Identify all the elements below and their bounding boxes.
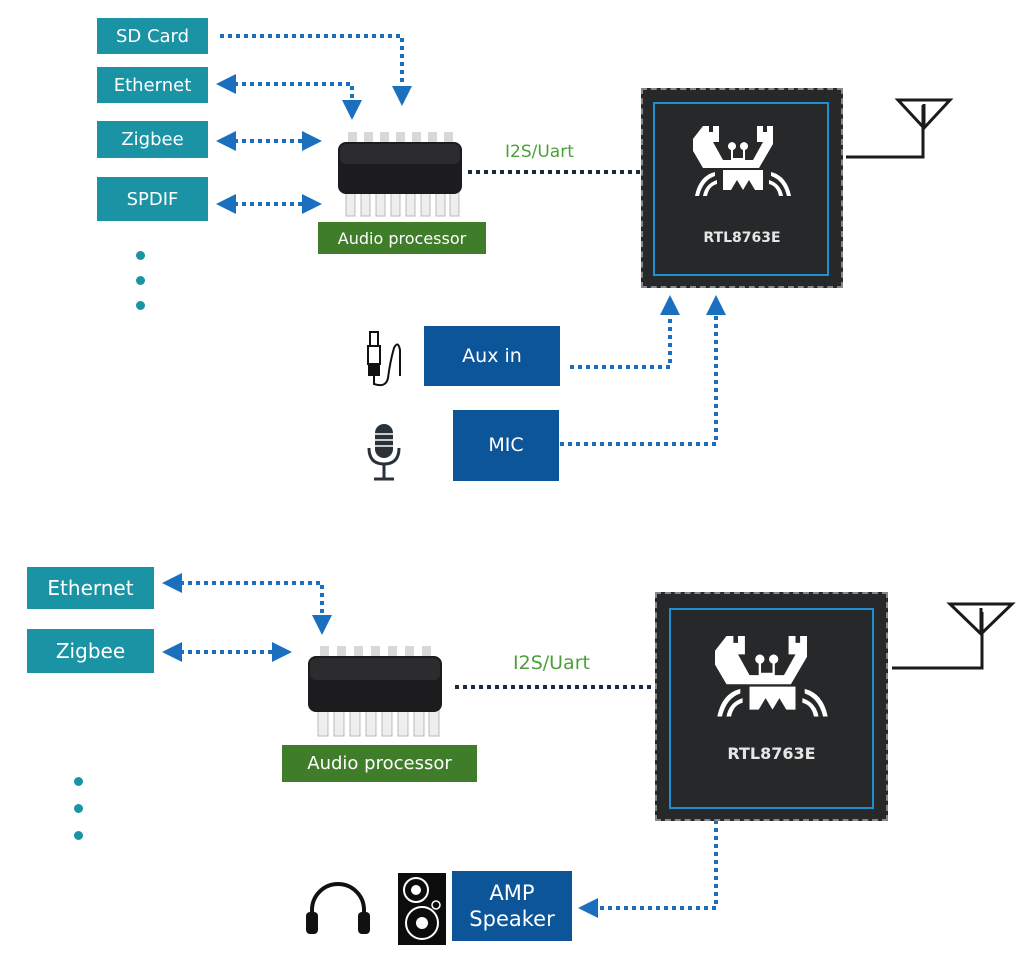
input-zigbee-2: Zigbee <box>27 629 154 673</box>
soc-chip-2: RTL8763E <box>655 592 888 821</box>
aux-in-box: Aux in <box>424 326 560 386</box>
antenna-icon <box>846 98 954 159</box>
ethernet-processor-arrow <box>216 74 362 120</box>
ethernet-processor-arrow-2 <box>162 573 332 635</box>
audio-processor-chip-icon-2 <box>308 646 442 737</box>
realtek-crab-logo-icon <box>693 126 791 196</box>
speaker-label: Speaker <box>469 907 555 931</box>
speaker-icon <box>398 873 446 945</box>
input-label: Zigbee <box>55 639 126 663</box>
input-label: Zigbee <box>121 129 184 150</box>
processor-label-text: Audio processor <box>307 753 452 774</box>
input-zigbee: Zigbee <box>97 121 208 158</box>
input-sdcard: SD Card <box>97 18 208 54</box>
amp-label: AMP <box>489 880 535 905</box>
i2s-uart-label: I2S/Uart <box>505 142 574 162</box>
soc-to-amp-arrow <box>578 812 718 918</box>
input-label: Ethernet <box>47 576 134 600</box>
input-label: SD Card <box>115 25 190 47</box>
sdcard-to-processor-arrow <box>220 34 412 106</box>
soc-model-label-2: RTL8763E <box>727 744 816 763</box>
input-ethernet-2: Ethernet <box>27 567 154 609</box>
audio-jack-icon <box>367 331 401 387</box>
auxin-to-soc-arrow <box>570 295 680 369</box>
audio-processor-label-2: Audio processor <box>282 745 477 782</box>
input-ethernet: Ethernet <box>97 67 208 103</box>
soc-model-label: RTL8763E <box>703 230 781 246</box>
audio-processor-label: Audio processor <box>318 222 486 254</box>
mic-to-soc-arrow <box>560 295 726 446</box>
soc-chip: RTL8763E <box>641 88 843 288</box>
antenna-icon-2 <box>892 602 1016 670</box>
microphone-icon <box>367 424 401 481</box>
headphones-icon <box>306 882 370 934</box>
i2s-uart-label-2: I2S/Uart <box>513 652 590 674</box>
input-label: SPDIF <box>126 188 179 210</box>
more-inputs-ellipsis <box>136 251 145 310</box>
realtek-crab-logo-icon-2 <box>715 636 828 717</box>
mic-label: MIC <box>488 434 524 457</box>
more-inputs-ellipsis-2 <box>74 777 83 840</box>
processor-label-text: Audio processor <box>337 228 467 248</box>
aux-in-label: Aux in <box>462 344 522 367</box>
amp-speaker-box: AMP Speaker <box>452 871 572 941</box>
input-label: Ethernet <box>113 74 192 96</box>
audio-processor-chip-icon <box>338 132 462 217</box>
input-spdif: SPDIF <box>97 177 208 221</box>
mic-box: MIC <box>453 410 559 481</box>
